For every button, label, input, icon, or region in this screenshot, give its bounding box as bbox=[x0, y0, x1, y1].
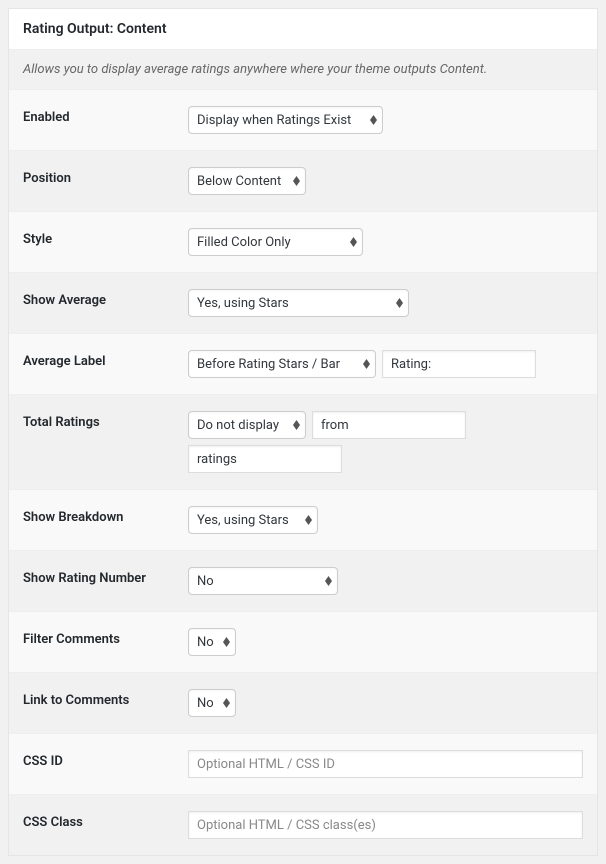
link-to-comments-select[interactable]: No bbox=[188, 689, 236, 717]
position-select[interactable]: Below Content bbox=[188, 167, 306, 195]
label-css-class: CSS Class bbox=[23, 811, 188, 830]
control-show-average: Yes, using Stars bbox=[188, 289, 583, 317]
control-show-rating-number: No bbox=[188, 567, 583, 595]
show-rating-number-select[interactable]: No bbox=[188, 567, 338, 595]
style-select[interactable]: Filled Color Only bbox=[188, 228, 363, 256]
select-wrapper-filter-comments: No bbox=[188, 628, 236, 656]
control-show-breakdown: Yes, using Stars bbox=[188, 506, 583, 534]
row-average-label: Average Label Before Rating Stars / Bar bbox=[9, 333, 597, 394]
select-wrapper-show-breakdown: Yes, using Stars bbox=[188, 506, 318, 534]
panel-header: Rating Output: Content bbox=[9, 9, 597, 50]
row-link-to-comments: Link to Comments No bbox=[9, 672, 597, 733]
row-style: Style Filled Color Only bbox=[9, 211, 597, 272]
control-css-class bbox=[188, 811, 583, 839]
total-ratings-select[interactable]: Do not display bbox=[188, 411, 306, 439]
control-filter-comments: No bbox=[188, 628, 583, 656]
show-average-select[interactable]: Yes, using Stars bbox=[188, 289, 409, 317]
enabled-select[interactable]: Display when Ratings Exist bbox=[188, 106, 383, 134]
select-wrapper-average-label: Before Rating Stars / Bar bbox=[188, 350, 376, 378]
row-css-id: CSS ID bbox=[9, 733, 597, 794]
total-ratings-input-from[interactable] bbox=[312, 411, 466, 439]
panel-title: Rating Output: Content bbox=[23, 21, 583, 37]
select-wrapper-show-rating-number: No bbox=[188, 567, 338, 595]
panel-description: Allows you to display average ratings an… bbox=[9, 50, 597, 89]
row-enabled: Enabled Display when Ratings Exist bbox=[9, 89, 597, 150]
label-show-average: Show Average bbox=[23, 289, 188, 308]
control-css-id bbox=[188, 750, 583, 778]
control-style: Filled Color Only bbox=[188, 228, 583, 256]
label-position: Position bbox=[23, 167, 188, 186]
label-show-breakdown: Show Breakdown bbox=[23, 506, 188, 525]
average-label-input[interactable] bbox=[382, 350, 536, 378]
label-total-ratings: Total Ratings bbox=[23, 411, 188, 430]
label-enabled: Enabled bbox=[23, 106, 188, 125]
select-wrapper-link-to-comments: No bbox=[188, 689, 236, 717]
label-filter-comments: Filter Comments bbox=[23, 628, 188, 647]
total-ratings-input-ratings[interactable] bbox=[188, 445, 342, 473]
filter-comments-select[interactable]: No bbox=[188, 628, 236, 656]
show-breakdown-select[interactable]: Yes, using Stars bbox=[188, 506, 318, 534]
row-filter-comments: Filter Comments No bbox=[9, 611, 597, 672]
select-wrapper-total-ratings: Do not display bbox=[188, 411, 306, 439]
label-average-label: Average Label bbox=[23, 350, 188, 369]
control-average-label: Before Rating Stars / Bar bbox=[188, 350, 583, 378]
control-total-ratings: Do not display bbox=[188, 411, 583, 473]
row-total-ratings: Total Ratings Do not display bbox=[9, 394, 597, 489]
label-link-to-comments: Link to Comments bbox=[23, 689, 188, 708]
control-position: Below Content bbox=[188, 167, 583, 195]
select-wrapper-enabled: Display when Ratings Exist bbox=[188, 106, 383, 134]
average-label-select[interactable]: Before Rating Stars / Bar bbox=[188, 350, 376, 378]
label-style: Style bbox=[23, 228, 188, 247]
control-link-to-comments: No bbox=[188, 689, 583, 717]
row-show-rating-number: Show Rating Number No bbox=[9, 550, 597, 611]
row-position: Position Below Content bbox=[9, 150, 597, 211]
select-wrapper-position: Below Content bbox=[188, 167, 306, 195]
control-enabled: Display when Ratings Exist bbox=[188, 106, 583, 134]
settings-panel: Rating Output: Content Allows you to dis… bbox=[8, 8, 598, 856]
select-wrapper-show-average: Yes, using Stars bbox=[188, 289, 409, 317]
css-id-input[interactable] bbox=[188, 750, 583, 778]
row-show-breakdown: Show Breakdown Yes, using Stars bbox=[9, 489, 597, 550]
row-show-average: Show Average Yes, using Stars bbox=[9, 272, 597, 333]
label-css-id: CSS ID bbox=[23, 750, 188, 769]
css-class-input[interactable] bbox=[188, 811, 583, 839]
select-wrapper-style: Filled Color Only bbox=[188, 228, 363, 256]
label-show-rating-number: Show Rating Number bbox=[23, 567, 188, 586]
row-css-class: CSS Class bbox=[9, 794, 597, 855]
